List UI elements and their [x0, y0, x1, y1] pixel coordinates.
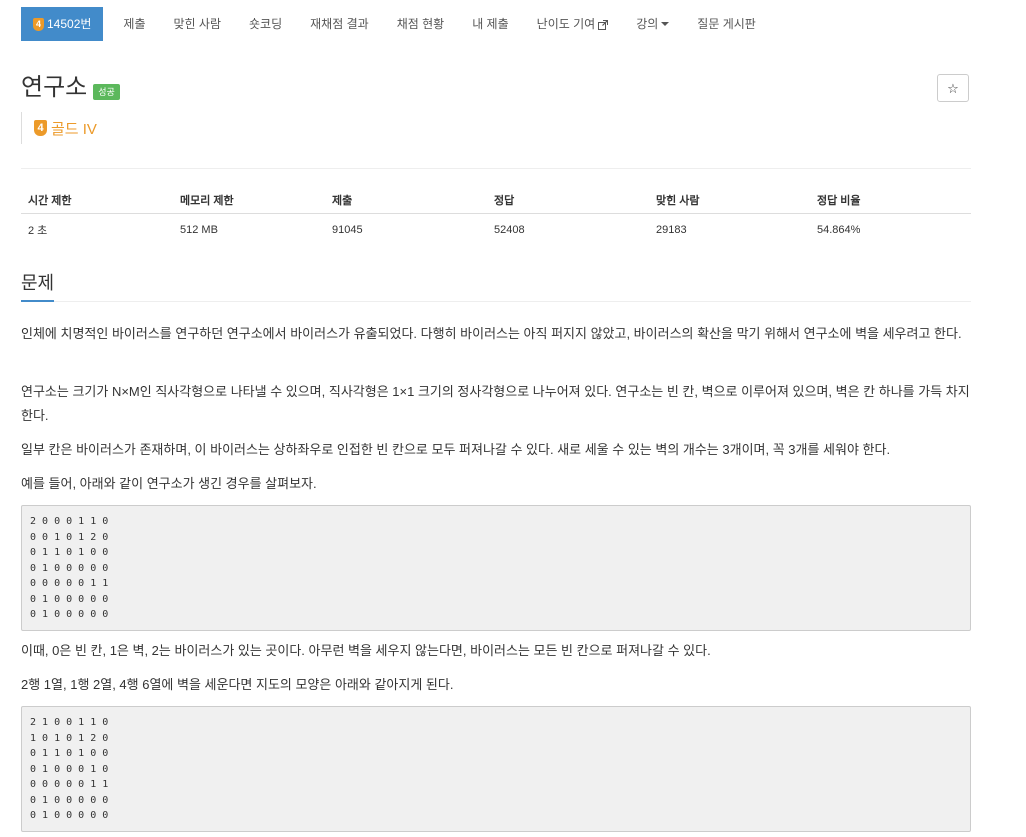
- external-link-icon: [595, 7, 609, 41]
- example-grid-after: 2 1 0 0 1 1 0 1 0 1 0 1 2 0 0 1 1 0 1 0 …: [21, 706, 971, 832]
- description-paragraph-3: 일부 칸은 바이러스가 존재하며, 이 바이러스는 상하좌우로 인접한 빈 칸으…: [21, 442, 891, 457]
- accepted-value: 52408: [494, 223, 525, 236]
- description-paragraph-2: 연구소는 크기가 N×M인 직사각형으로 나타낼 수 있으며, 직사각형은 1×…: [21, 384, 970, 423]
- time-limit-value: 2 초: [28, 224, 48, 237]
- description-paragraph-6: 2행 1열, 1행 2열, 4행 6열에 벽을 세운다면 지도의 모양은 아래와…: [21, 677, 454, 692]
- section-heading-label: 문제: [21, 270, 55, 302]
- nav-judge-status[interactable]: 채점 현황: [383, 7, 459, 41]
- nav-problem-number[interactable]: 4 14502번: [21, 7, 104, 41]
- table-header-row: 시간 제한 메모리 제한 제출 정답 맞힌 사람 정답 비율: [21, 186, 971, 214]
- status-badge: 성공: [93, 84, 120, 100]
- tier-row: 4 골드 IV: [21, 112, 97, 144]
- nav-lectures-label: 강의: [636, 17, 659, 31]
- solvers-header: 맞힌 사람: [649, 186, 810, 214]
- nav-short-coding[interactable]: 숏코딩: [235, 7, 296, 41]
- memory-limit-value: 512 MB: [180, 223, 218, 236]
- nav-difficulty-contribution[interactable]: 난이도 기여: [523, 7, 623, 41]
- description-paragraph-5: 이때, 0은 빈 칸, 1은 벽, 2는 바이러스가 있는 곳이다. 아무런 벽…: [21, 643, 711, 658]
- submissions-header: 제출: [325, 186, 487, 214]
- description-paragraph-1: 인체에 치명적인 바이러스를 연구하던 연구소에서 바이러스가 유출되었다. 다…: [21, 326, 962, 341]
- nav-solvers[interactable]: 맞힌 사람: [160, 7, 236, 41]
- submissions-value: 91045: [332, 223, 363, 236]
- nav-qna-board[interactable]: 질문 게시판: [683, 7, 770, 41]
- time-limit-header: 시간 제한: [21, 186, 173, 214]
- memory-limit-header: 메모리 제한: [173, 186, 325, 214]
- divider: [21, 168, 971, 169]
- description-paragraph-4: 예를 들어, 아래와 같이 연구소가 생긴 경우를 살펴보자.: [21, 476, 317, 491]
- tier-icon: 4: [34, 120, 47, 136]
- nav-problem-number-label: 14502번: [47, 17, 92, 31]
- title-row: 연구소 성공: [21, 74, 120, 102]
- tier-label[interactable]: 골드 IV: [51, 118, 97, 139]
- problem-title: 연구소: [21, 74, 88, 101]
- nav-difficulty-label: 난이도 기여: [536, 17, 596, 31]
- accept-ratio-header: 정답 비율: [810, 186, 971, 214]
- example-grid-before: 2 0 0 0 1 1 0 0 0 1 0 1 2 0 0 1 1 0 1 0 …: [21, 505, 971, 631]
- problem-info-table: 시간 제한 메모리 제한 제출 정답 맞힌 사람 정답 비율 2 초 512 M…: [21, 186, 971, 245]
- nav-submit[interactable]: 제출: [109, 7, 159, 41]
- problem-page: 4 14502번 제출 맞힌 사람 숏코딩 재채점 결과 채점 현황 내 제출 …: [0, 0, 1026, 837]
- accept-ratio-value: 54.864%: [817, 223, 861, 236]
- problem-nav: 4 14502번 제출 맞힌 사람 숏코딩 재채점 결과 채점 현황 내 제출 …: [21, 7, 971, 41]
- caret-down-icon: [661, 22, 670, 26]
- tier-shield-icon: 4: [33, 17, 44, 31]
- nav-lectures-dropdown[interactable]: 강의: [622, 7, 683, 41]
- nav-my-submissions[interactable]: 내 제출: [458, 7, 522, 41]
- solvers-value: 29183: [656, 223, 687, 236]
- star-button[interactable]: ☆: [937, 74, 969, 102]
- nav-rejudge-results[interactable]: 재채점 결과: [296, 7, 383, 41]
- table-row: 2 초 512 MB 91045 52408 29183 54.864%: [21, 214, 971, 246]
- accepted-header: 정답: [487, 186, 649, 214]
- section-heading: 문제: [21, 270, 971, 302]
